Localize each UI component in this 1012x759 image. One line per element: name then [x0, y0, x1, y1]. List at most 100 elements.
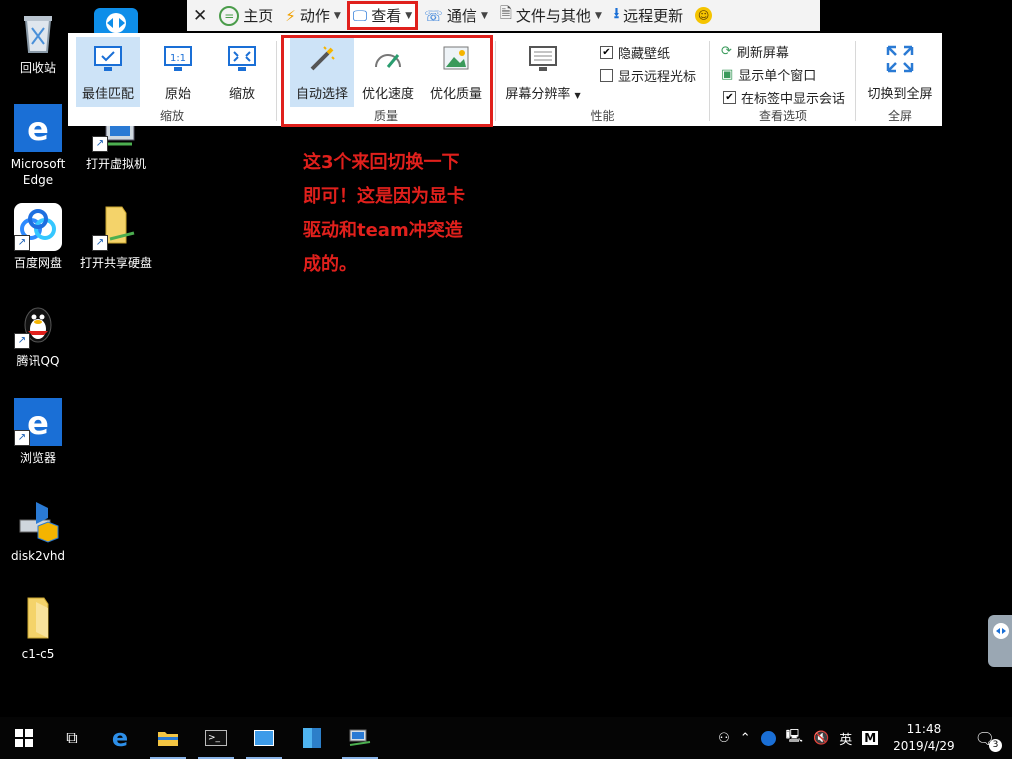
smiley-icon: ☺ [695, 7, 713, 24]
system-tray: ⚇ ⌃ 🖳 🔇 英 M 11:48 2019/4/29 🗨 3 [713, 717, 1012, 759]
start-button[interactable] [0, 717, 48, 759]
shortcut-arrow-icon: ↗ [14, 333, 30, 349]
teamviewer-tray-icon[interactable] [760, 730, 776, 746]
taskbar-edge[interactable]: e [96, 717, 144, 759]
remote-desktop-icon [254, 730, 274, 746]
toolbar-communicate[interactable]: ☏ 通信 ▼ [418, 1, 494, 30]
toolbar-view[interactable]: 🖵 查看 ▼ [346, 1, 419, 30]
original-button[interactable]: 1:1 原始 [146, 37, 210, 107]
edge-icon: e [111, 724, 129, 752]
svg-text:e: e [27, 404, 49, 442]
taskbar-network-app[interactable] [336, 717, 384, 759]
taskbar-remote-desktop[interactable] [240, 717, 288, 759]
windows-logo-icon [15, 729, 33, 747]
shortcut-arrow-icon: ↗ [14, 235, 30, 251]
refresh-screen-button[interactable]: ⟳ 刷新屏幕 [721, 42, 789, 61]
desktop-icon-c1-c5[interactable]: c1-c5 [0, 594, 76, 662]
toolbar-remote-update-label: 远程更新 [623, 7, 684, 25]
open-vm-label: 打开虚拟机 [85, 157, 146, 171]
action-center-button[interactable]: 🗨 3 [970, 729, 1002, 752]
volume-muted-icon[interactable]: 🔇 [813, 731, 829, 746]
ribbon-group-view-options: ⟳ 刷新屏幕 ▣ 显示单个窗口 ✔ 在标签中显示会话 查看选项 [713, 33, 853, 126]
desktop-icon-open-shared-disk[interactable]: ↗ 打开共享硬盘 [78, 203, 154, 271]
performance-group-label: 性能 [590, 109, 615, 123]
desktop-icon-disk2vhd[interactable]: disk2vhd [0, 496, 76, 564]
toolbar-view-label: 查看 [371, 7, 402, 25]
feedback-smiley-button[interactable]: ☺ [689, 1, 718, 30]
shortcut-arrow-icon: ↗ [14, 430, 30, 446]
original-label: 原始 [164, 87, 191, 102]
hide-wallpaper-checkbox[interactable]: ✔ 隐藏壁纸 [600, 43, 670, 62]
ribbon-divider [709, 41, 710, 121]
best-fit-button[interactable]: 最佳匹配 [76, 37, 140, 107]
toolbar-remote-update[interactable]: ⭳ 远程更新 [608, 1, 689, 30]
toolbar-communicate-label: 通信 [446, 7, 477, 25]
screen-resolution-button[interactable]: 屏幕分辨率 ▼ [500, 37, 586, 107]
show-remote-cursor-checkbox[interactable]: 显示远程光标 [600, 66, 696, 85]
edge-icon: e [14, 104, 62, 152]
chevron-up-icon[interactable]: ⌃ [740, 731, 751, 746]
view-ribbon: 最佳匹配 1:1 原始 缩放 缩放 自动选择 优化速度 优化质量 质量 屏幕分辨… [68, 33, 942, 126]
qq-penguin-icon: ↗ [14, 301, 62, 349]
folder-icon [14, 594, 62, 642]
toolbar-actions[interactable]: ⚡ 动作 ▼ [279, 1, 346, 30]
ime-mode-indicator[interactable]: M [862, 731, 879, 745]
quality-highlight-box [281, 35, 493, 127]
scale-group-label: 缩放 [159, 109, 184, 123]
recycle-bin-icon [14, 8, 62, 56]
view-options-group-label: 查看选项 [758, 109, 807, 123]
network-icon[interactable]: 🖳 [786, 727, 803, 749]
ime-language-indicator[interactable]: 英 [839, 729, 852, 748]
teamviewer-side-panel-tab[interactable] [988, 615, 1012, 667]
chevron-down-icon: ▼ [594, 10, 602, 21]
file-icon: 🗎 [499, 4, 512, 22]
taskbar-command-prompt[interactable]: >_ [192, 717, 240, 759]
scaled-button[interactable]: 缩放 [210, 37, 274, 107]
people-icon[interactable]: ⚇ [718, 731, 730, 746]
taskbar-file-explorer[interactable] [144, 717, 192, 759]
annotation-text: 这3个来回切换一下 即可！这是因为显卡 驱动和team冲突造 成的。 [303, 146, 513, 282]
qq-label: 腾讯QQ [16, 354, 60, 368]
task-view-button[interactable]: ⧉ [48, 717, 96, 759]
terminal-icon: >_ [205, 730, 227, 746]
switch-fullscreen-button[interactable]: 切换到全屏 [864, 37, 936, 107]
desktop-icon-edge[interactable]: e Microsoft Edge [0, 104, 76, 188]
checkbox-checked-icon: ✔ [723, 91, 736, 104]
shortcut-arrow-icon: ↗ [92, 136, 108, 152]
screen-resolution-row: 屏幕分辨率 ▼ [500, 83, 586, 102]
single-window-icon: ▣ [721, 67, 734, 82]
close-connection-button[interactable]: ✕ [187, 1, 213, 30]
shortcut-arrow-icon: ↗ [92, 235, 108, 251]
screen-resolution-icon [527, 43, 559, 75]
home-icon: = [219, 5, 240, 26]
svg-text:1:1: 1:1 [170, 53, 186, 64]
task-view-icon: ⧉ [66, 728, 78, 747]
best-fit-label: 最佳匹配 [81, 87, 134, 102]
show-in-tabs-checkbox[interactable]: ✔ 在标签中显示会话 [723, 88, 845, 107]
checkbox-unchecked-icon [600, 69, 613, 82]
folder-network-icon: ↗ [92, 203, 140, 251]
clock[interactable]: 11:48 2019/4/29 [893, 721, 955, 755]
chevron-down-icon: ▼ [480, 10, 488, 21]
desktop-icon-recycle-bin[interactable]: 回收站 [0, 8, 76, 76]
folder-icon [158, 732, 178, 746]
toolbar-files-label: 文件与其他 [515, 7, 591, 25]
toolbar-home[interactable]: = 主页 [213, 1, 279, 30]
screen-resolution-label: 屏幕分辨率 [505, 87, 571, 102]
annotation-line: 成的。 [303, 254, 357, 275]
desktop-icon-qq[interactable]: ↗ 腾讯QQ [0, 301, 76, 369]
monitor-icon: 🖵 [352, 6, 368, 25]
taskbar-buildings-app[interactable] [288, 717, 336, 759]
toolbar-actions-label: 动作 [299, 7, 330, 25]
toolbar-files[interactable]: 🗎 文件与其他 ▼ [494, 1, 608, 30]
teamviewer-toolbar: ✕ = 主页 ⚡ 动作 ▼ 🖵 查看 ▼ ☏ 通信 ▼ 🗎 文件与其他 ▼ ⭳ … [187, 0, 820, 31]
chevron-down-icon: ▼ [405, 10, 413, 21]
notification-count-badge: 3 [989, 738, 1002, 752]
toolbar-home-label: 主页 [243, 7, 274, 25]
chevron-down-icon: ▼ [333, 10, 341, 21]
desktop-icon-baidu-netdisk[interactable]: ↗ 百度网盘 [0, 203, 76, 271]
show-single-window-button[interactable]: ▣ 显示单个窗口 [721, 65, 816, 84]
original-size-icon: 1:1 [162, 43, 194, 75]
desktop-icon-browser[interactable]: e ↗ 浏览器 [0, 398, 76, 466]
download-icon: ⭳ [613, 4, 620, 22]
